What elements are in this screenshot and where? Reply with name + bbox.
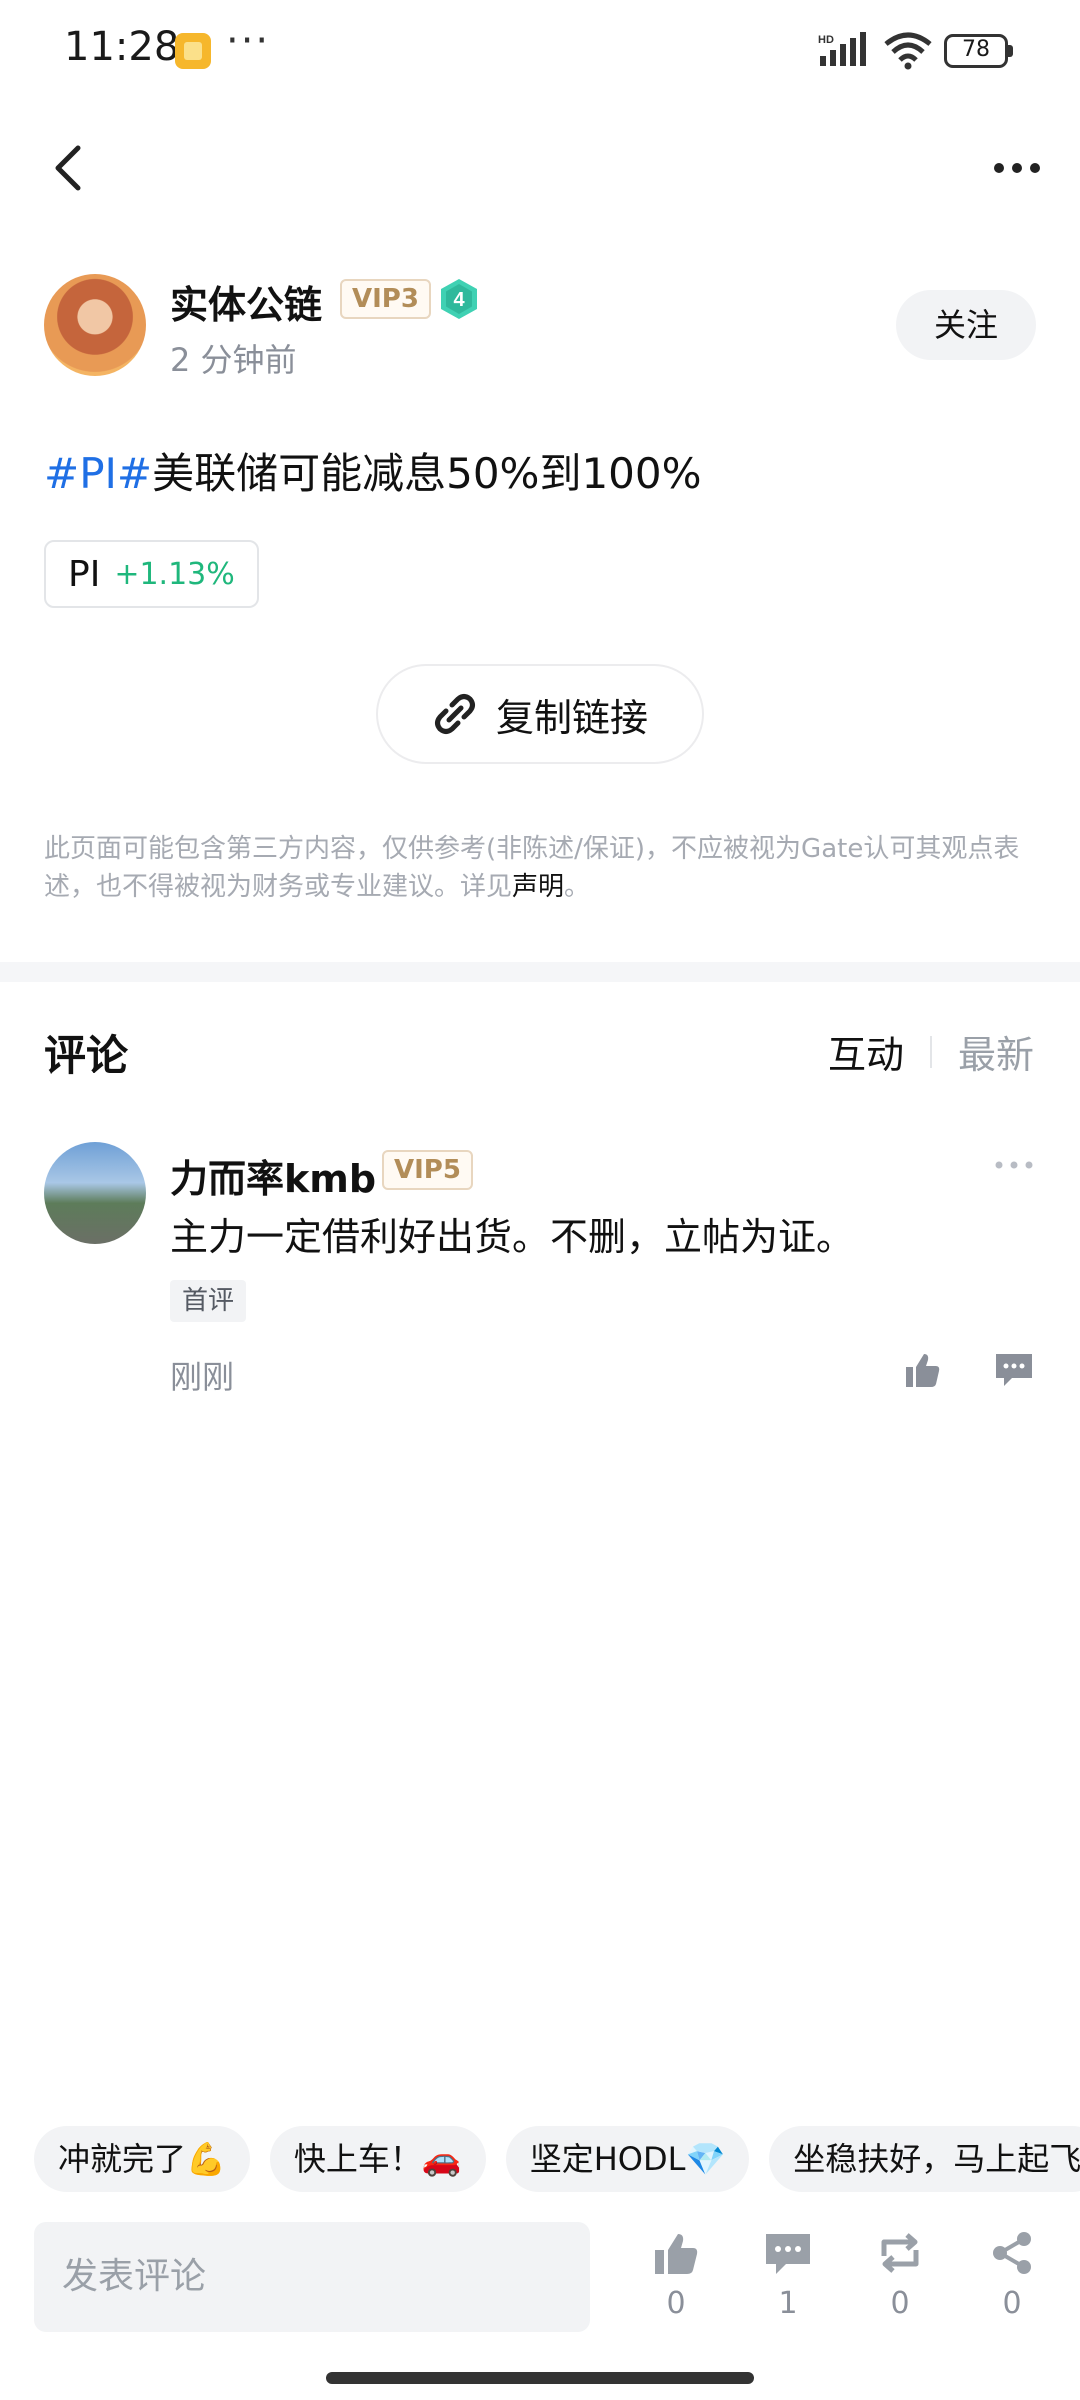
back-arrow-icon[interactable] — [44, 140, 92, 196]
like-action[interactable]: 0 — [636, 2230, 716, 2321]
battery-icon: 78 — [944, 34, 1014, 68]
tab-separator — [930, 1035, 933, 1068]
quick-reply-row: 冲就完了💪 快上车！🚗 坚定HODL💎 坐稳扶好，马上起飞 — [34, 2126, 1080, 2192]
post-content: #PI#美联储可能减息50%到100% — [44, 440, 702, 501]
comment-action[interactable]: 1 — [748, 2230, 828, 2321]
quick-reply-chip[interactable]: 坐稳扶好，马上起飞 — [769, 2126, 1080, 2192]
tab-interactive[interactable]: 互动 — [828, 1024, 904, 1079]
copy-link-label: 复制链接 — [495, 695, 648, 740]
follow-button[interactable]: 关注 — [896, 290, 1036, 360]
section-divider — [0, 962, 1080, 982]
status-time: 11:28 — [64, 24, 180, 70]
quick-reply-chip[interactable]: 坚定HODL💎 — [505, 2126, 750, 2192]
author-vip-badge: VIP3 — [340, 279, 431, 319]
quick-reply-chip[interactable]: 快上车！🚗 — [269, 2126, 486, 2192]
coin-symbol: PI — [68, 553, 101, 595]
comment-reply-icon[interactable] — [994, 1352, 1034, 1388]
disclaimer-text: 此页面可能包含第三方内容，仅供参考(非陈述/保证)，不应被视为Gate认可其观点… — [44, 830, 1044, 906]
hd-label: HD — [818, 34, 834, 46]
quick-reply-chip[interactable]: 冲就完了💪 — [34, 2126, 250, 2192]
tab-latest[interactable]: 最新 — [958, 1024, 1034, 1079]
disclaimer-end: 。 — [564, 872, 591, 902]
level-badge-icon: 4 — [441, 279, 477, 319]
repost-action[interactable]: 0 — [860, 2230, 940, 2321]
commenter-vip-badge: VIP5 — [382, 1150, 473, 1190]
commenter-avatar[interactable] — [44, 1142, 146, 1244]
comment-like-icon[interactable] — [902, 1350, 942, 1390]
comment-sort-tabs: 互动 最新 — [828, 1024, 1034, 1079]
level-number: 4 — [453, 289, 465, 311]
thumbs-up-icon — [655, 2234, 698, 2274]
comment-count: 1 — [778, 2286, 798, 2321]
disclaimer-link[interactable]: 声明 — [512, 872, 564, 902]
share-icon — [993, 2232, 1031, 2274]
comment-more-icon[interactable] — [994, 1158, 1034, 1172]
share-count: 0 — [1002, 2286, 1022, 2321]
coin-ticker-chip[interactable]: PI +1.13% — [44, 540, 259, 608]
commenter-name[interactable]: 力而率kmb — [170, 1148, 376, 1203]
status-bar: 11:28 ··· HD 78 — [0, 0, 1080, 100]
home-indicator[interactable] — [326, 2372, 754, 2384]
share-action[interactable]: 0 — [972, 2230, 1052, 2321]
comment-text: 主力一定借利好出货。不删，立帖为证。 — [170, 1215, 855, 1259]
comment-time: 刚刚 — [170, 1358, 235, 1396]
copy-link-button[interactable]: 复制链接 — [376, 664, 704, 764]
repost-count: 0 — [890, 2286, 910, 2321]
author-name[interactable]: 实体公链 — [170, 274, 322, 329]
notification-app-icon — [175, 33, 211, 69]
comment-icon — [766, 2234, 810, 2274]
coin-change: +1.13% — [114, 556, 235, 592]
comments-title: 评论 — [44, 1031, 129, 1080]
repost-icon — [881, 2233, 919, 2273]
more-notifications-icon: ··· — [226, 18, 271, 64]
comment-input[interactable]: 发表评论 — [34, 2222, 590, 2332]
more-options-icon[interactable] — [992, 148, 1042, 188]
wifi-icon — [884, 32, 932, 70]
cellular-signal-icon: HD — [818, 32, 866, 66]
author-avatar[interactable] — [44, 274, 146, 376]
hashtag-link[interactable]: #PI# — [44, 449, 152, 498]
first-comment-badge: 首评 — [170, 1280, 247, 1322]
link-icon — [434, 694, 475, 734]
like-count: 0 — [666, 2286, 686, 2321]
battery-level: 78 — [962, 37, 990, 62]
post-body: 美联储可能减息50%到100% — [152, 449, 702, 498]
post-time: 2 分钟前 — [170, 341, 297, 379]
